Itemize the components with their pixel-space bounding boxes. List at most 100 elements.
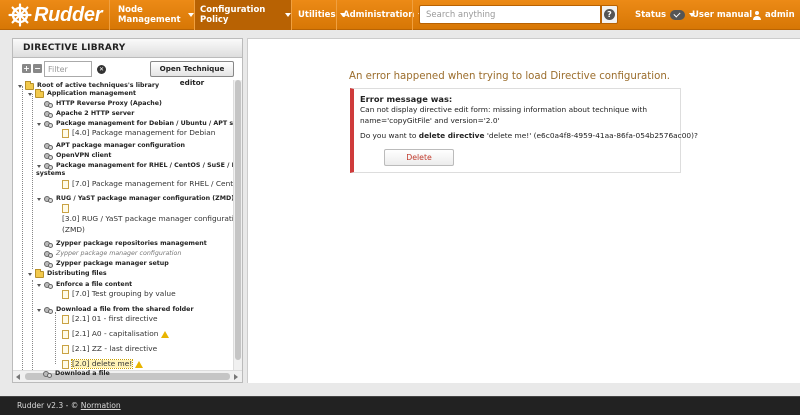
tree-node-technique-partial[interactable]: Download a file [43,370,110,378]
nav-label: Node Management [118,5,181,25]
nav-utilities[interactable]: Utilities [292,0,346,30]
tree-node-directive-label[interactable]: [3.0] RUG / YaST package manager configu… [62,215,233,223]
node-label: [2.1] A0 - capitalisation [72,329,159,338]
version-text: Rudder v2.3 - © [17,401,79,410]
search-input[interactable]: Search anything [419,5,601,24]
error-heading: Error message was: [360,94,453,104]
technique-gears-icon [44,120,53,128]
filter-input[interactable]: Filter [44,61,92,77]
tree-node-technique-disabled[interactable]: Zypper package manager configuration [44,250,181,258]
clear-filter-icon[interactable]: ✕ [97,65,106,74]
scroll-left-arrow-icon[interactable] [16,374,20,380]
question-suffix: 'delete me!' (e6c0a4f8-4959-41aa-86fa-05… [486,131,698,140]
tree-toolbar: + − Filter ✕ Open Technique editor [13,58,242,87]
expand-arrow-icon[interactable] [36,162,43,170]
nav-label: Utilities [298,10,336,20]
tree-node-technique[interactable]: Apache 2 HTTP server [44,110,134,118]
delete-question: Do you want to delete directive 'delete … [360,131,698,140]
node-label: [2.1] ZZ - last directive [72,344,158,353]
tree-node-technique[interactable]: RUG / YaST package manager configuration… [36,195,233,203]
rudder-logo[interactable]: Rudder [8,3,108,27]
tree-node-directive[interactable]: [7.0] Test grouping by value [62,290,176,299]
nav-configuration-policy[interactable]: Configuration Policy [195,0,291,30]
expand-arrow-icon[interactable] [17,82,24,90]
expand-arrow-icon[interactable] [27,90,34,98]
warning-icon [135,361,144,368]
tree-node-technique[interactable]: OpenVPN client [44,152,111,160]
panel-title: DIRECTIVE LIBRARY [13,39,242,58]
user-name: admin [765,10,795,20]
footer-text: Rudder v2.3 - © Normation [17,401,121,410]
node-label: APT package manager configuration [56,142,186,149]
error-message-line: name='copyGitFile' and version='2.0' [360,115,500,125]
tree-node-technique[interactable]: APT package manager configuration [44,142,185,150]
tree-node-technique[interactable]: Zypper package repositories management [44,240,207,248]
user-menu[interactable]: admin [752,0,795,30]
node-label: (ZMD) [62,225,85,234]
tree-node-technique[interactable]: Download a file from the shared folder [36,306,194,314]
user-manual-link[interactable]: User manual [692,0,752,30]
tree-guide-line [22,86,23,370]
tree-node-technique[interactable]: HTTP Reverse Proxy (Apache) [44,100,162,108]
directive-document-icon [62,345,69,354]
folder-icon [25,80,34,90]
nav-administration[interactable]: Administration [337,0,425,30]
collapse-all-button[interactable]: − [33,64,42,73]
expand-arrow-icon[interactable] [36,120,43,128]
tree-guide-line [32,94,33,269]
node-label: Download a file [55,370,110,377]
technique-gears-icon [44,240,53,248]
directive-document-icon [62,180,69,189]
user-manual-label: User manual [692,10,753,20]
node-label: systems [36,170,66,177]
node-label: [4.0] Package management for Debian [72,128,216,137]
tree-node-directive[interactable] [62,204,72,213]
tree-node-directive-selected[interactable]: [2.0] delete me! [62,359,144,369]
directive-document-icon [62,315,69,324]
nav-node-management[interactable]: Node Management [110,0,194,30]
tree-vertical-scrollbar[interactable] [233,80,242,370]
directive-document-icon [62,204,69,213]
tree-node-technique[interactable]: Package management for Debian / Ubuntu /… [36,120,233,128]
technique-gears-icon [44,100,53,108]
scrollbar-thumb[interactable] [235,80,241,360]
tree-node-directive[interactable]: [2.1] ZZ - last directive [62,345,157,354]
node-label: Package management for RHEL / CentOS / S… [56,162,233,169]
node-label: [3.0] RUG / YaST package manager configu… [62,214,233,223]
scroll-right-arrow-icon[interactable] [234,374,238,380]
tree-node-technique[interactable]: Zypper package manager setup [44,260,169,268]
node-label: RUG / YaST package manager configuration… [56,195,233,202]
tree-node-directive[interactable]: [4.0] Package management for Debian [62,129,215,138]
status-menu[interactable]: Status [635,0,696,30]
tree-node-directive[interactable]: [7.0] Package management for RHEL / Cent… [62,180,233,189]
tree-node-directive-label[interactable]: (ZMD) [62,226,85,234]
tree-guide-line [55,312,56,364]
node-label: [7.0] Test grouping by value [72,289,176,298]
normation-link[interactable]: Normation [81,401,121,410]
expand-arrow-icon[interactable] [27,270,34,278]
node-label: Zypper package repositories management [56,240,207,247]
tree-node-category[interactable]: Application management [27,88,136,98]
status-label: Status [635,10,667,20]
error-message-line: Can not display directive edit form: mis… [360,105,648,114]
tree-node-category[interactable]: Distributing files [27,268,107,278]
open-technique-editor-button[interactable]: Open Technique editor [150,61,234,87]
tree-node-technique[interactable]: Enforce a file content [36,281,132,289]
expand-arrow-icon[interactable] [36,306,43,314]
node-label: Enforce a file content [56,281,133,288]
node-label: [2.1] 01 - first directive [72,314,158,323]
technique-gears-icon [44,162,53,170]
tree-node-label-continuation: systems [36,170,65,178]
help-icon: ? [604,9,615,20]
technique-gears-icon [43,370,52,378]
expand-arrow-icon[interactable] [36,195,43,203]
expand-all-button[interactable]: + [22,64,31,73]
directive-detail-panel: An error happened when trying to load Di… [247,38,800,383]
delete-button[interactable]: Delete [384,149,454,166]
search-help-button[interactable]: ? [601,5,618,24]
tree-node-directive[interactable]: [2.1] A0 - capitalisation [62,329,170,339]
tree-node-directive[interactable]: [2.1] 01 - first directive [62,315,158,324]
expand-arrow-icon[interactable] [36,281,43,289]
node-label: Zypper package manager configuration [56,250,182,257]
tree-node-technique[interactable]: Package management for RHEL / CentOS / S… [36,162,233,170]
